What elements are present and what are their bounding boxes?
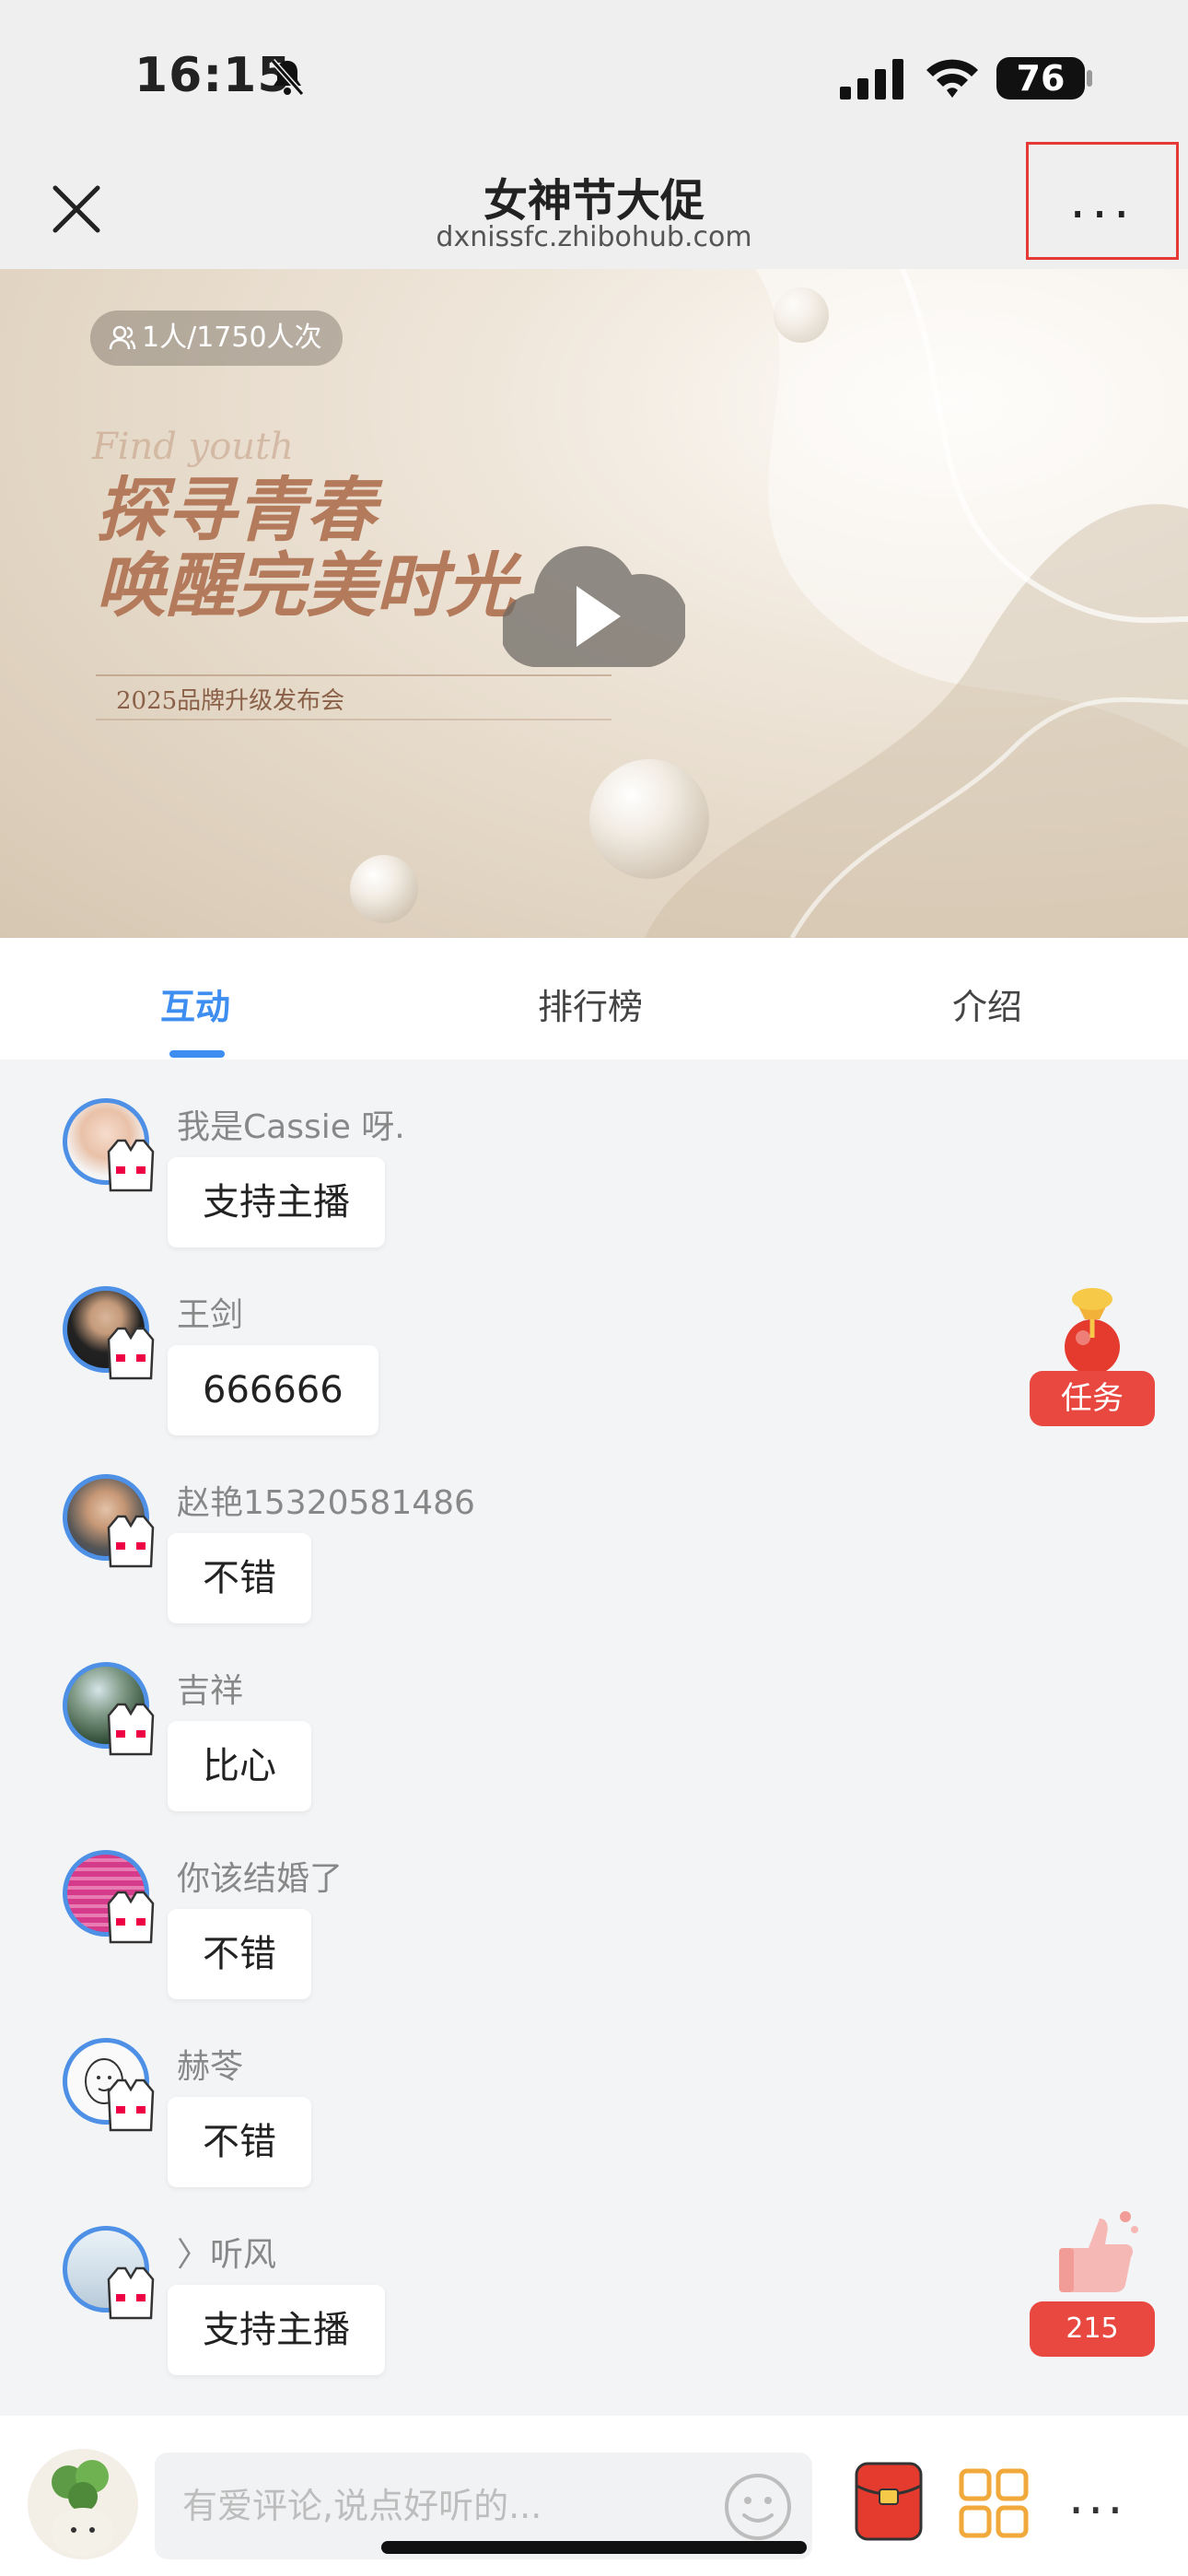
signal-icon: [840, 59, 903, 100]
pearl-decoration: [350, 855, 418, 923]
poster-event-subtitle: 2025品牌升级发布会: [116, 687, 345, 715]
chat-message: 吉祥 比心: [0, 1623, 921, 1811]
emoji-icon[interactable]: [722, 2471, 794, 2543]
vest-badge-icon: [107, 1891, 155, 1944]
divider: [96, 719, 611, 720]
message-author: 王剑: [177, 1296, 244, 1334]
person-icon: [109, 325, 136, 350]
tab-bar: 互动 排行榜 介绍: [0, 938, 1188, 1060]
task-button[interactable]: 任务: [1030, 1286, 1155, 1430]
message-bubble: 666666: [168, 1345, 379, 1435]
live-video-poster[interactable]: 1人/1750人次 Find youth 探寻青春 唤醒完美时光 2025品牌升…: [0, 269, 1188, 938]
tab-ranking[interactable]: 排行榜: [538, 978, 643, 1029]
message-author: 赫苓: [177, 2048, 244, 2086]
message-author: 你该结婚了: [177, 1860, 344, 1898]
chat-list[interactable]: 我是Cassie 呀. 支持主播 王剑 666666 赵艳15320581486…: [0, 1060, 1188, 2414]
message-author: 〉听风: [177, 2236, 277, 2274]
like-button[interactable]: 215: [1030, 2206, 1155, 2359]
message-bubble: 支持主播: [168, 2285, 385, 2375]
pearl-decoration: [774, 287, 829, 343]
divider: [96, 674, 611, 676]
grid-menu-icon[interactable]: [958, 2467, 1030, 2539]
message-bubble: 不错: [168, 1909, 311, 1999]
chat-message: 王剑 666666: [0, 1247, 921, 1435]
message-author: 赵艳15320581486: [177, 1484, 475, 1522]
chat-message: 赫苓 不错: [0, 1999, 921, 2187]
pearl-decoration: [589, 759, 709, 879]
chat-message: 你该结婚了 不错: [0, 1811, 921, 1999]
vest-badge-icon: [107, 1703, 155, 1756]
task-label: 任务: [1030, 1371, 1155, 1426]
message-author: 吉祥: [177, 1672, 244, 1710]
message-bubble: 支持主播: [168, 1157, 385, 1247]
chat-message: 我是Cassie 呀. 支持主播: [0, 1060, 921, 1247]
message-bubble: 比心: [168, 1721, 311, 1811]
page-domain: dxnissfc.zhibohub.com: [436, 221, 752, 253]
my-avatar[interactable]: [28, 2449, 138, 2559]
top-bar: 16:15 76 女神节大促 dxnissfc.zhibohub.com ...: [0, 0, 1188, 269]
lucky-bag-icon: [1065, 1288, 1120, 1375]
poster-headline-2: 唤醒完美时光: [96, 544, 516, 626]
bell-muted-icon: [270, 59, 305, 96]
red-packet-icon[interactable]: [855, 2462, 923, 2541]
chat-message: 赵艳15320581486 不错: [0, 1435, 921, 1623]
home-indicator: [381, 2541, 807, 2554]
vest-badge-icon: [107, 2266, 155, 2320]
vest-badge-icon: [107, 1139, 155, 1192]
more-options-button[interactable]: ...: [1026, 142, 1179, 260]
message-author: 我是Cassie 呀.: [177, 1108, 405, 1146]
vest-badge-icon: [107, 1327, 155, 1380]
clover-avatar-icon: [52, 2460, 114, 2556]
like-count: 215: [1030, 2301, 1155, 2357]
play-icon[interactable]: [503, 538, 685, 667]
chat-message: 〉听风 支持主播: [0, 2187, 921, 2375]
tab-intro[interactable]: 介绍: [952, 978, 1022, 1029]
message-bubble: 不错: [168, 2097, 311, 2187]
more-dots-icon: ...: [1069, 170, 1136, 230]
viewer-count-badge: 1人/1750人次: [90, 310, 343, 366]
message-bubble: 不错: [168, 1533, 311, 1623]
battery-icon: 76: [996, 57, 1085, 100]
tab-active-indicator: [169, 1050, 225, 1058]
more-dots-icon[interactable]: ...: [1068, 2469, 1146, 2524]
thumbs-up-icon: [1059, 2211, 1138, 2292]
tab-interaction[interactable]: 互动: [160, 978, 230, 1029]
vest-badge-icon: [107, 2078, 155, 2132]
page-title: 女神节大促: [483, 175, 705, 227]
vest-badge-icon: [107, 1515, 155, 1568]
battery-cap: [1087, 70, 1092, 87]
wifi-icon: [926, 59, 978, 98]
viewer-count-text: 1人/1750人次: [142, 322, 322, 354]
